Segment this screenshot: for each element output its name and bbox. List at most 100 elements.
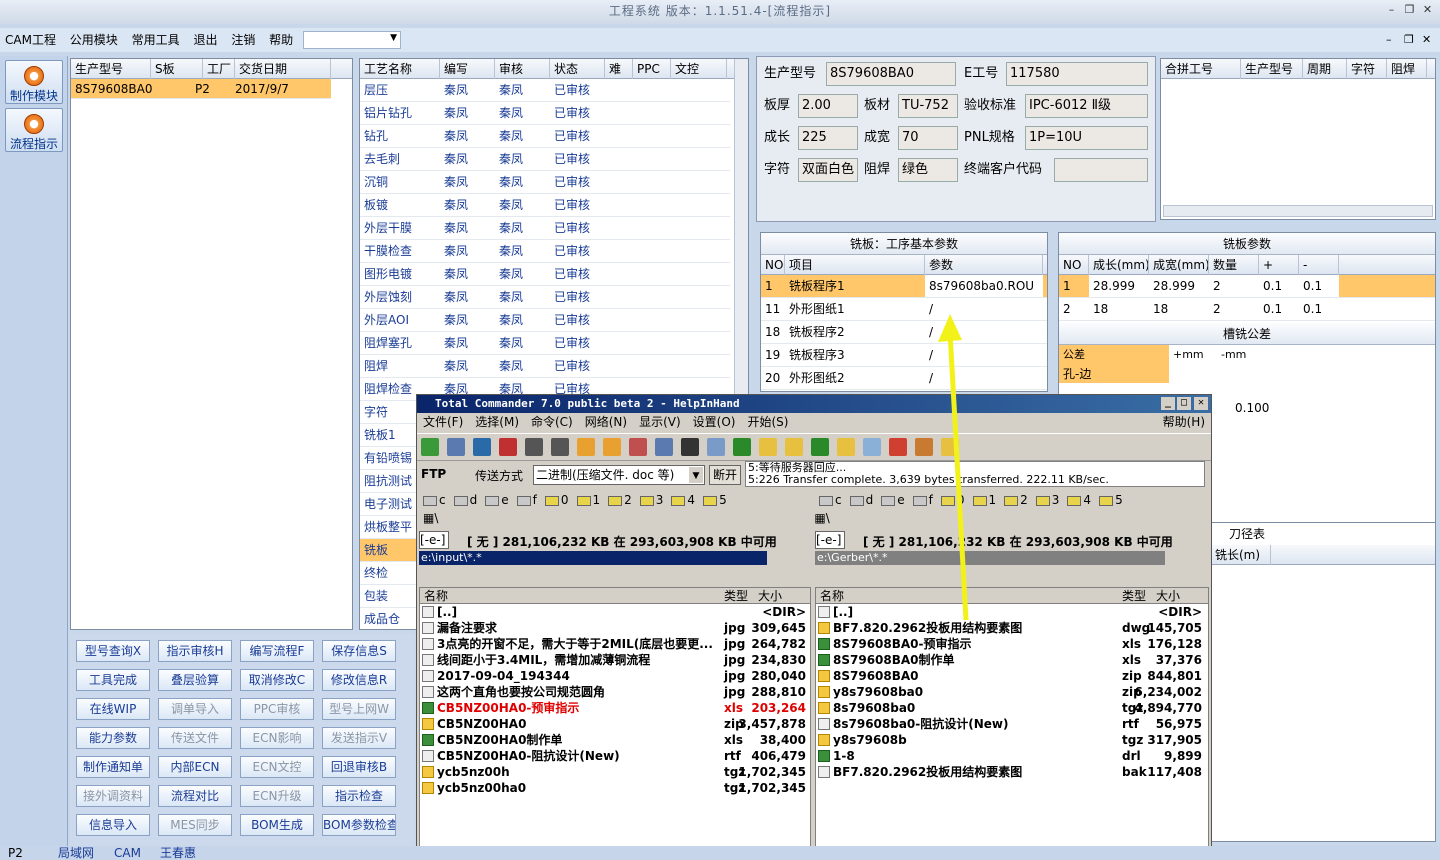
tc-menu-config[interactable]: 设置(O) [687, 413, 742, 431]
action-button[interactable]: 发送指示V [322, 727, 396, 749]
pack-icon[interactable] [577, 438, 595, 456]
eid-field[interactable]: 117580 [1006, 62, 1148, 86]
action-button[interactable]: 型号查询X [76, 640, 150, 662]
notepad-icon[interactable] [863, 438, 881, 456]
file-row[interactable]: ycb5nz00h tgz 1,702,345 [420, 764, 810, 780]
action-button[interactable]: 叠层验算 [158, 669, 232, 691]
back-arrow-icon[interactable] [525, 438, 543, 456]
tc-menu-net[interactable]: 网络(N) [579, 413, 633, 431]
col-merge-model[interactable]: 生产型号 [1241, 59, 1303, 79]
tc-close-icon[interactable]: ✕ [1194, 397, 1208, 410]
folder-icon[interactable] [837, 438, 855, 456]
col-size[interactable]: 大小 [1156, 588, 1180, 604]
table-row[interactable]: 外层AOI 秦凤 秦凤 已审核 [360, 309, 730, 332]
col-difficulty[interactable]: 难 [605, 59, 633, 79]
refresh-icon[interactable] [421, 438, 439, 456]
drive-button[interactable]: c [819, 493, 842, 507]
file-row[interactable]: CB5NZ00HA0 zip 3,457,878 [420, 716, 810, 732]
table-row[interactable]: 11 外形图纸1/ [761, 298, 1047, 321]
action-button[interactable]: 工具完成 [76, 669, 150, 691]
tc-minimize-icon[interactable]: _ [1161, 397, 1175, 410]
action-button[interactable]: 内部ECN [158, 756, 232, 778]
col-type[interactable]: 类型 [724, 588, 748, 604]
tc-menu-file[interactable]: 文件(F) [417, 413, 469, 431]
action-button[interactable]: 制作通知单 [76, 756, 150, 778]
file-row[interactable]: 8s79608ba0 tgz 4,894,770 [816, 700, 1208, 716]
table-row[interactable]: 沉铜 秦凤 秦凤 已审核 [360, 171, 730, 194]
action-button[interactable]: 调单导入 [158, 698, 232, 720]
url-icon[interactable] [655, 438, 673, 456]
table-row[interactable]: 钻孔 秦凤 秦凤 已审核 [360, 125, 730, 148]
drive-button[interactable]: 3 [639, 493, 663, 507]
file-row[interactable]: CB5NZ00HA0制作单 xls 38,400 [420, 732, 810, 748]
restore-icon[interactable]: ❐ [1402, 3, 1418, 17]
col-delivery[interactable]: 交货日期 [235, 59, 331, 79]
drive-button[interactable]: e [881, 493, 905, 507]
mask-field[interactable]: 绿色 [898, 158, 958, 182]
file-row[interactable]: 8S79608BA0-预审指示 xls 176,128 [816, 636, 1208, 652]
file-row[interactable]: 1-8 drl 9,899 [816, 748, 1208, 764]
menu-combo[interactable]: ▼ [303, 31, 401, 49]
file-row[interactable]: [..] <DIR> [420, 604, 810, 620]
mdi-restore-icon[interactable]: ❐ [1404, 33, 1414, 46]
tc-menu-view[interactable]: 显示(V) [633, 413, 687, 431]
minimize-icon[interactable]: – [1384, 3, 1400, 17]
drive-button[interactable]: d [453, 493, 477, 507]
col-merge-mask[interactable]: 阻焊 [1387, 59, 1427, 79]
tree-right-icon[interactable]: ▦\ [814, 511, 829, 525]
view-icon[interactable] [447, 438, 465, 456]
action-button[interactable]: 编写流程F [240, 640, 314, 662]
col-merge-period[interactable]: 周期 [1303, 59, 1347, 79]
action-button[interactable]: 型号上网W [322, 698, 396, 720]
col-process[interactable]: 工艺名称 [360, 59, 440, 79]
action-button[interactable]: PPC审核 [240, 698, 314, 720]
mdi-close-icon[interactable]: ✕ [1422, 33, 1431, 46]
table-row[interactable]: 阻焊塞孔 秦凤 秦凤 已审核 [360, 332, 730, 355]
col-size[interactable]: 大小 [758, 588, 782, 604]
col-merge-id[interactable]: 合拼工号 [1161, 59, 1241, 79]
col-merge-char[interactable]: 字符 [1347, 59, 1387, 79]
col-no[interactable]: NO [761, 255, 785, 275]
tc-menu-help[interactable]: 帮助(H) [1157, 413, 1211, 431]
menu-tools[interactable]: 常用工具 [127, 28, 185, 52]
file-row[interactable]: [..] <DIR> [816, 604, 1208, 620]
left-path[interactable]: e:\input\*.* [419, 551, 767, 565]
col-bp-width[interactable]: 成宽(mm) [1149, 255, 1209, 275]
col-author[interactable]: 编写 [440, 59, 495, 79]
merge-scrollbar[interactable] [1163, 205, 1433, 217]
tc-menu-select[interactable]: 选择(M) [469, 413, 525, 431]
menu-cam[interactable]: CAM工程 [0, 28, 61, 52]
drive-button[interactable]: 1 [576, 493, 600, 507]
col-status[interactable]: 状态 [550, 59, 605, 79]
transfer-mode-select[interactable]: 二进制(压缩文件. doc 等) ▼ [533, 465, 705, 485]
ftp-icon[interactable] [629, 438, 647, 456]
col-doc-control[interactable]: 文控 [671, 59, 727, 79]
width-field[interactable]: 70 [898, 126, 958, 150]
action-button[interactable]: 流程对比 [158, 785, 232, 807]
file-row[interactable]: y8s79608b tgz 317,905 [816, 732, 1208, 748]
col-param[interactable]: 参数 [925, 255, 1043, 275]
table-row[interactable]: 18 铣板程序2/ [761, 321, 1047, 344]
drive-button[interactable]: 5 [1099, 493, 1123, 507]
file-row[interactable]: 8s79608ba0-阻抗设计(New) rtf 56,975 [816, 716, 1208, 732]
image-icon[interactable] [473, 438, 491, 456]
folder-icon[interactable] [759, 438, 777, 456]
table-row[interactable]: 1 28.999 28.999 2 0.1 0.1 [1059, 275, 1435, 298]
table-row[interactable]: 板镀 秦凤 秦凤 已审核 [360, 194, 730, 217]
table-row[interactable]: 干膜检查 秦凤 秦凤 已审核 [360, 240, 730, 263]
action-button[interactable]: 修改信息R [322, 669, 396, 691]
table-row[interactable]: 去毛刺 秦凤 秦凤 已审核 [360, 148, 730, 171]
drive-button[interactable]: d [849, 493, 873, 507]
file-row[interactable]: 8S79608BA0制作单 xls 37,376 [816, 652, 1208, 668]
col-bp-qty[interactable]: 数量 [1209, 255, 1259, 275]
col-reviewer[interactable]: 审核 [495, 59, 550, 79]
tree-left-icon[interactable]: ▦\ [423, 511, 438, 525]
drive-button[interactable]: e [485, 493, 509, 507]
drive-button[interactable]: 4 [1067, 493, 1091, 507]
table-row[interactable]: 图形电镀 秦凤 秦凤 已审核 [360, 263, 730, 286]
table-row[interactable]: 铝片钻孔 秦凤 秦凤 已审核 [360, 102, 730, 125]
col-bp-no[interactable]: NO [1059, 255, 1089, 275]
action-button[interactable]: 信息导入 [76, 814, 150, 836]
forward-arrow-icon[interactable] [551, 438, 569, 456]
col-model[interactable]: 生产型号 [71, 59, 151, 79]
